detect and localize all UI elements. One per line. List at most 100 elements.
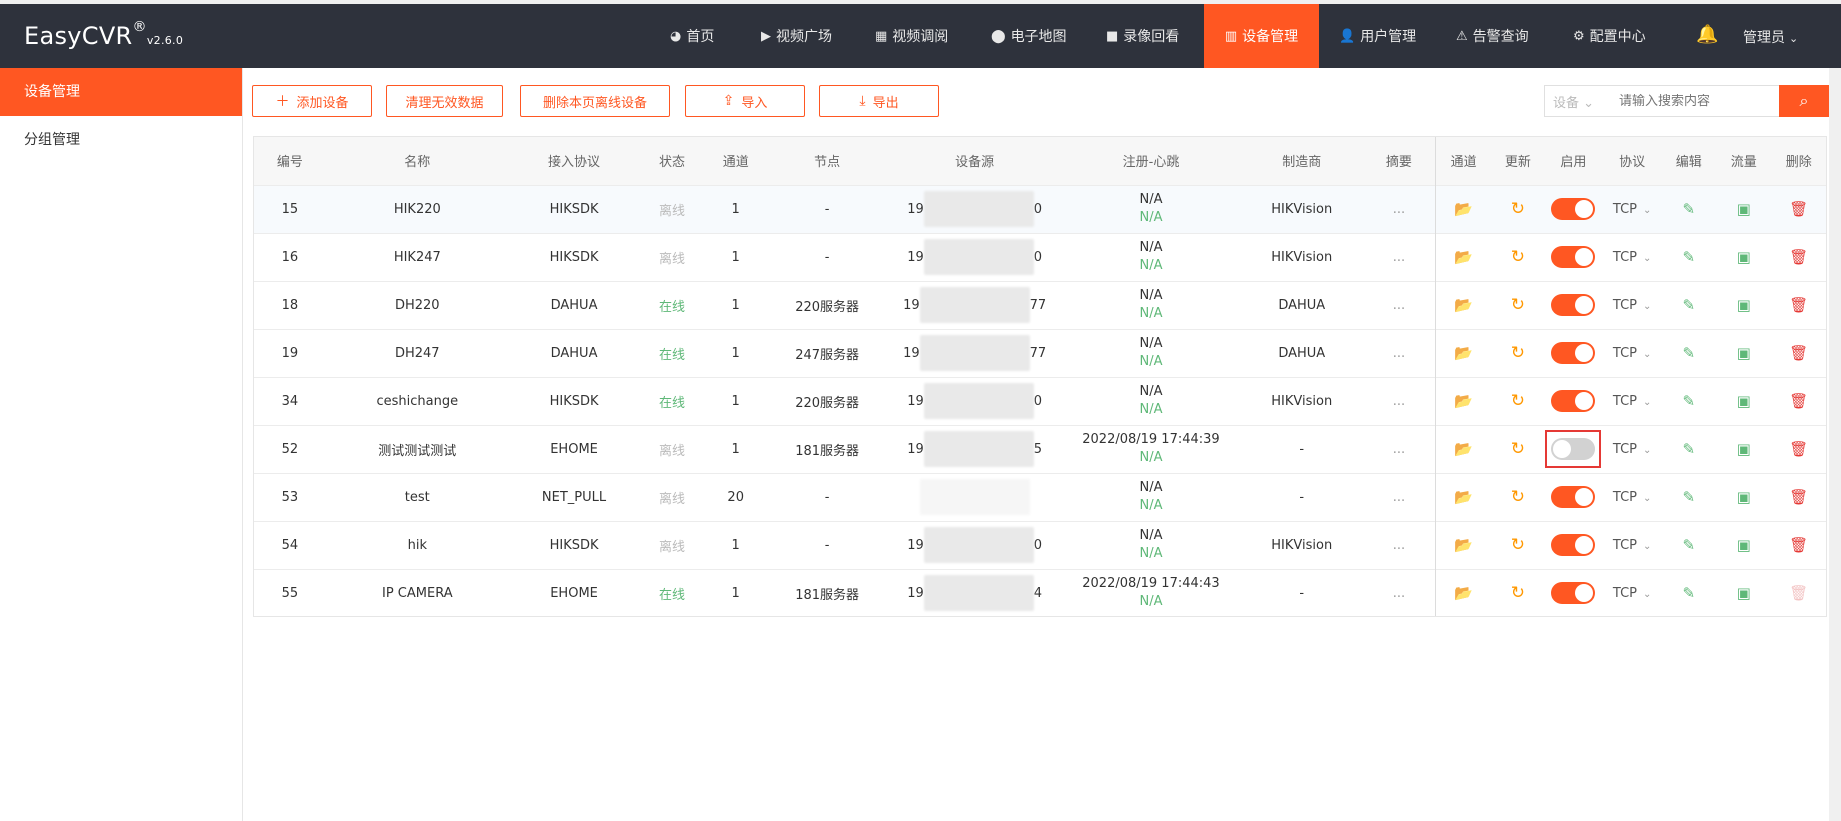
refresh-icon[interactable]: ↻ [1511, 583, 1525, 603]
summary-ellipsis[interactable]: ... [1363, 473, 1435, 521]
folder-icon[interactable]: 📂 [1454, 392, 1473, 410]
edit-icon[interactable]: ✎ [1682, 200, 1695, 218]
transport-select[interactable]: TCP ⌄ [1603, 377, 1662, 425]
enable-toggle[interactable] [1551, 198, 1596, 220]
folder-icon[interactable]: 📂 [1454, 344, 1473, 362]
transport-select[interactable]: TCP ⌄ [1603, 569, 1662, 616]
enable-toggle[interactable] [1551, 246, 1596, 268]
delete-icon[interactable]: 🗑 [1789, 200, 1808, 218]
summary-ellipsis[interactable]: ... [1363, 329, 1435, 377]
refresh-icon[interactable]: ↻ [1511, 295, 1525, 315]
transport-select[interactable]: TCP ⌄ [1603, 473, 1662, 521]
summary-ellipsis[interactable]: ... [1363, 377, 1435, 425]
enable-toggle[interactable] [1551, 534, 1596, 556]
delete-icon[interactable]: 🗑 [1789, 392, 1808, 410]
traffic-chart-icon[interactable]: ▣ [1737, 440, 1751, 458]
search-type-select[interactable]: 设备 ⌄ [1545, 92, 1613, 111]
transport-select[interactable]: TCP ⌄ [1603, 521, 1662, 569]
transport-select[interactable]: TCP ⌄ [1603, 281, 1662, 329]
cell-delete: 🗑 [1771, 233, 1826, 281]
traffic-chart-icon[interactable]: ▣ [1737, 296, 1751, 314]
clean-invalid-data-button[interactable]: 清理无效数据 [386, 85, 503, 117]
folder-icon[interactable]: 📂 [1454, 248, 1473, 266]
delete-icon[interactable]: 🗑 [1789, 440, 1808, 458]
refresh-icon[interactable]: ↻ [1511, 439, 1525, 459]
traffic-chart-icon[interactable]: ▣ [1737, 248, 1751, 266]
enable-toggle[interactable] [1551, 582, 1596, 605]
edit-icon[interactable]: ✎ [1682, 392, 1695, 410]
traffic-chart-icon[interactable]: ▣ [1737, 536, 1751, 554]
user-menu[interactable]: 管理员 ⌄ [1743, 27, 1798, 47]
refresh-icon[interactable]: ↻ [1511, 487, 1525, 507]
transport-select[interactable]: TCP ⌄ [1603, 425, 1662, 473]
cell-channels: 20 [727, 489, 744, 505]
cell-name: test [404, 489, 430, 505]
delete-offline-button[interactable]: 删除本页离线设备 [520, 85, 670, 117]
traffic-chart-icon[interactable]: ▣ [1737, 584, 1751, 602]
summary-ellipsis[interactable]: ... [1363, 185, 1435, 233]
delete-icon[interactable]: 🗑 [1789, 296, 1808, 314]
summary-ellipsis[interactable]: ... [1363, 281, 1435, 329]
nav-device-management[interactable]: ▥ 设备管理 [1204, 4, 1319, 68]
traffic-chart-icon[interactable]: ▣ [1737, 344, 1751, 362]
folder-icon[interactable]: 📂 [1454, 536, 1473, 554]
enable-toggle[interactable] [1551, 342, 1596, 364]
edit-icon[interactable]: ✎ [1682, 296, 1695, 314]
refresh-icon[interactable]: ↻ [1511, 535, 1525, 555]
folder-icon[interactable]: 📂 [1454, 200, 1473, 218]
transport-select[interactable]: TCP ⌄ [1603, 233, 1662, 281]
nav-video-square[interactable]: ▶ 视频广场 [748, 4, 845, 68]
folder-icon[interactable]: 📂 [1454, 296, 1473, 314]
nav-config-center[interactable]: ⚙ 配置中心 [1560, 4, 1659, 68]
traffic-chart-icon[interactable]: ▣ [1737, 200, 1751, 218]
delete-icon[interactable]: 🗑 [1789, 536, 1808, 554]
enable-toggle[interactable] [1551, 486, 1596, 508]
transport-select[interactable]: TCP ⌄ [1603, 185, 1662, 233]
summary-ellipsis[interactable]: ... [1363, 521, 1435, 569]
add-device-button[interactable]: ＋添加设备 [252, 85, 372, 117]
summary-ellipsis[interactable]: ... [1363, 425, 1435, 473]
delete-icon[interactable]: 🗑 [1789, 248, 1808, 266]
edit-icon[interactable]: ✎ [1682, 248, 1695, 266]
summary-ellipsis[interactable]: ... [1363, 569, 1435, 616]
nav-video-view[interactable]: ▦ 视频调阅 [862, 4, 961, 68]
refresh-icon[interactable]: ↻ [1511, 247, 1525, 267]
delete-icon[interactable]: 🗑 [1789, 488, 1808, 506]
cell-enable [1544, 569, 1603, 616]
enable-toggle[interactable] [1551, 390, 1596, 412]
nav-home[interactable]: ◕ 首页 [657, 4, 727, 68]
search-button[interactable]: ⌕ [1779, 85, 1829, 117]
traffic-chart-icon[interactable]: ▣ [1737, 488, 1751, 506]
bell-icon[interactable]: 🔔 [1696, 24, 1718, 45]
edit-icon[interactable]: ✎ [1682, 536, 1695, 554]
edit-icon[interactable]: ✎ [1682, 488, 1695, 506]
edit-icon[interactable]: ✎ [1682, 440, 1695, 458]
header-transport: 协议 [1619, 155, 1646, 171]
summary-ellipsis[interactable]: ... [1363, 233, 1435, 281]
edit-icon[interactable]: ✎ [1682, 584, 1695, 602]
cell-traffic: ▣ [1716, 329, 1772, 377]
traffic-chart-icon[interactable]: ▣ [1737, 392, 1751, 410]
nav-user-management[interactable]: 👤 用户管理 [1326, 4, 1429, 68]
sidebar-item-device-management[interactable]: 设备管理 [0, 68, 242, 116]
nav-e-map[interactable]: ⬤ 电子地图 [978, 4, 1080, 68]
edit-icon[interactable]: ✎ [1682, 344, 1695, 362]
nav-alarm-query[interactable]: ⚠ 告警查询 [1443, 4, 1542, 68]
enable-toggle[interactable] [1551, 438, 1596, 460]
app-logo[interactable]: EasyCVR®v2.6.0 [24, 19, 183, 50]
import-button[interactable]: ⇪ 导入 [685, 85, 805, 117]
refresh-icon[interactable]: ↻ [1511, 199, 1525, 219]
enable-toggle[interactable] [1551, 294, 1596, 316]
nav-playback[interactable]: ■ 录像回看 [1093, 4, 1192, 68]
refresh-icon[interactable]: ↻ [1511, 343, 1525, 363]
folder-icon[interactable]: 📂 [1454, 440, 1473, 458]
export-button[interactable]: ⤓ 导出 [819, 85, 939, 117]
refresh-icon[interactable]: ↻ [1511, 391, 1525, 411]
folder-icon[interactable]: 📂 [1454, 488, 1473, 506]
sidebar-item-group-management[interactable]: 分组管理 [0, 116, 242, 164]
folder-icon[interactable]: 📂 [1454, 584, 1473, 602]
delete-icon[interactable]: 🗑 [1789, 344, 1808, 362]
chevron-down-icon: ⌄ [1789, 32, 1799, 45]
transport-select[interactable]: TCP ⌄ [1603, 329, 1662, 377]
search-input[interactable] [1613, 93, 1779, 109]
